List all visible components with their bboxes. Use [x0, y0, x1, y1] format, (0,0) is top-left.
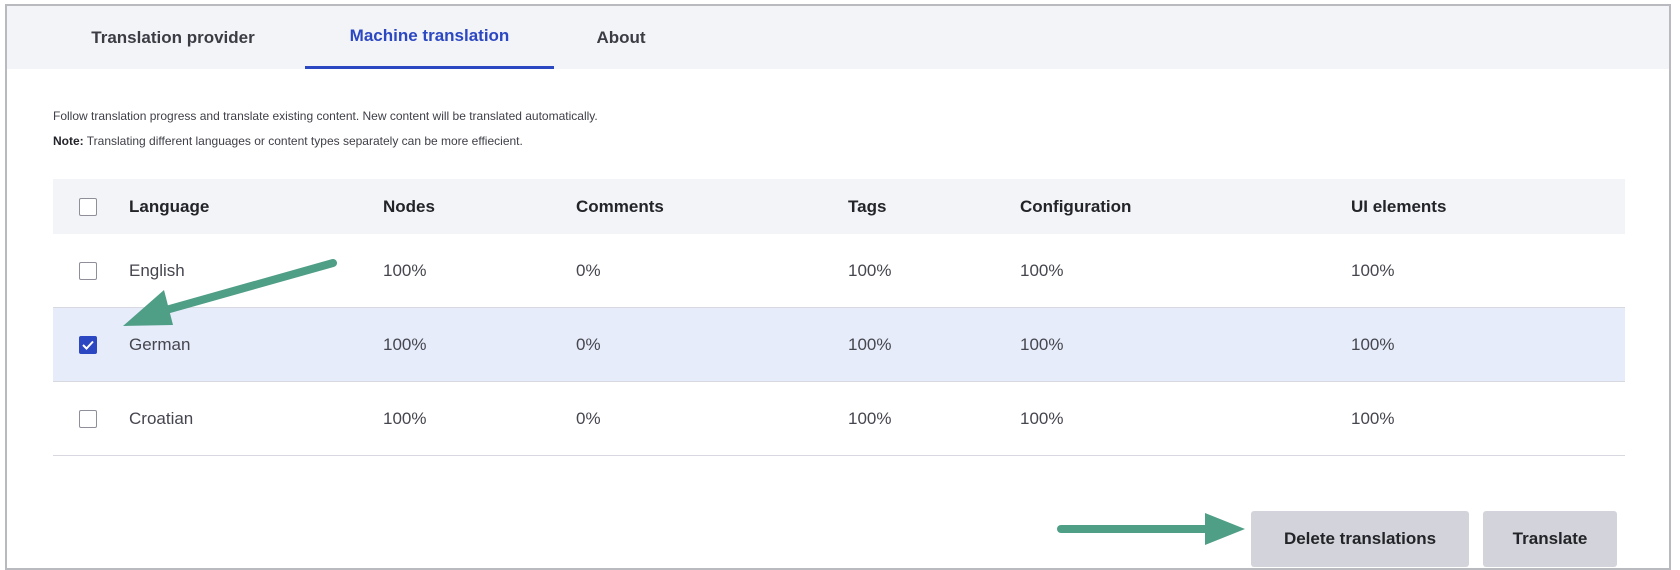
column-header-tags: Tags: [848, 196, 887, 216]
cell-configuration: 100%: [1020, 408, 1064, 428]
cell-tags: 100%: [848, 260, 892, 280]
translate-button[interactable]: Translate: [1483, 511, 1617, 567]
table-row-croatian: Croatian 100% 0% 100% 100% 100%: [53, 382, 1625, 456]
description-text: Follow translation progress and translat…: [53, 109, 598, 123]
cell-tags: 100%: [848, 408, 892, 428]
tab-bar: Translation provider Machine translation…: [7, 6, 1669, 69]
cell-configuration: 100%: [1020, 260, 1064, 280]
cell-nodes: 100%: [383, 408, 427, 428]
tab-machine-translation[interactable]: Machine translation: [305, 6, 554, 69]
cell-configuration: 100%: [1020, 334, 1064, 354]
cell-comments: 0%: [576, 408, 601, 428]
checkmark-icon: [82, 340, 94, 350]
cell-ui-elements: 100%: [1351, 334, 1395, 354]
table-header-row: Language Nodes Comments Tags Configurati…: [53, 179, 1625, 234]
select-all-checkbox[interactable]: [79, 197, 97, 216]
cell-ui-elements: 100%: [1351, 260, 1395, 280]
annotation-arrow-icon: [1057, 513, 1245, 545]
cell-tags: 100%: [848, 334, 892, 354]
cell-nodes: 100%: [383, 334, 427, 354]
cell-nodes: 100%: [383, 260, 427, 280]
note-text: Note: Translating different languages or…: [53, 134, 523, 148]
delete-translations-button[interactable]: Delete translations: [1251, 511, 1469, 567]
column-header-nodes: Nodes: [383, 196, 435, 216]
cell-ui-elements: 100%: [1351, 408, 1395, 428]
row-checkbox-english[interactable]: [79, 261, 97, 280]
tab-translation-provider[interactable]: Translation provider: [63, 6, 283, 69]
note-label: Note:: [53, 134, 84, 148]
machine-translation-panel: Translation provider Machine translation…: [5, 4, 1671, 570]
column-header-comments: Comments: [576, 196, 664, 216]
column-header-language: Language: [129, 196, 210, 216]
cell-comments: 0%: [576, 334, 601, 354]
note-body: Translating different languages or conte…: [83, 134, 523, 148]
cell-language: Croatian: [129, 408, 194, 428]
annotation-arrow-icon: [123, 259, 337, 326]
cell-comments: 0%: [576, 260, 601, 280]
column-header-ui-elements: UI elements: [1351, 196, 1447, 216]
column-header-configuration: Configuration: [1020, 196, 1132, 216]
row-checkbox-german[interactable]: [79, 335, 97, 354]
row-checkbox-croatian[interactable]: [79, 409, 97, 428]
tab-about[interactable]: About: [576, 6, 666, 69]
